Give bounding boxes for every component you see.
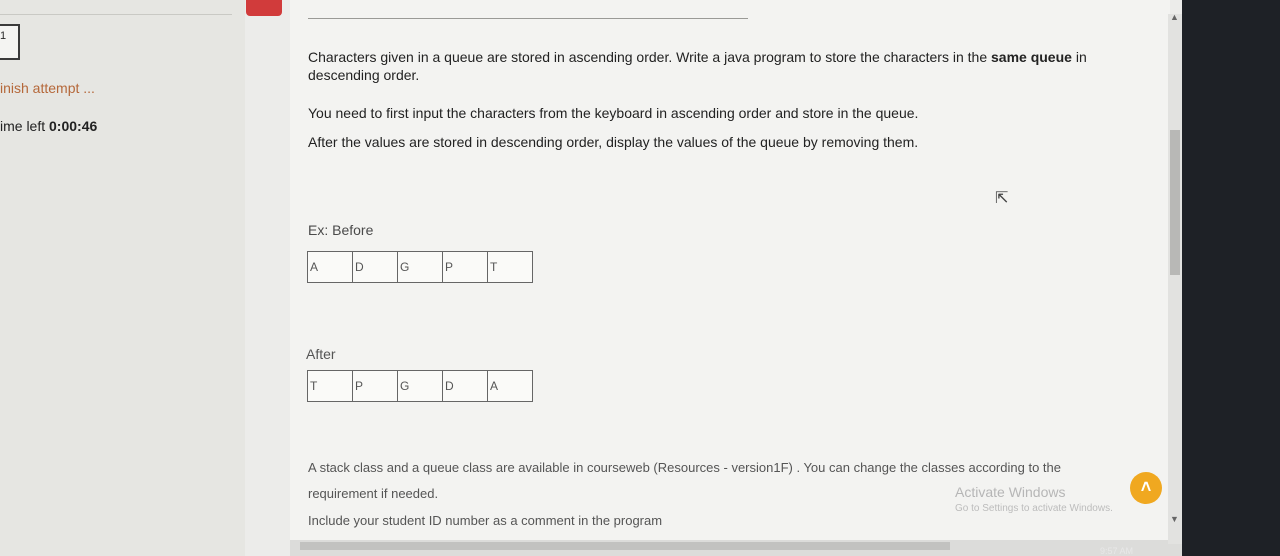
horizontal-scroll-thumb[interactable] — [300, 542, 950, 550]
vertical-scrollbar[interactable] — [1168, 14, 1182, 544]
question-paragraph-3: After the values are stored in descendin… — [308, 134, 919, 150]
example-before-label: Ex: Before — [308, 222, 374, 238]
example-after-label: After — [306, 346, 336, 362]
question-paragraph-1: Characters given in a queue are stored i… — [308, 48, 1098, 84]
before-cell: P — [442, 251, 488, 283]
question-nav-button[interactable]: 1 — [0, 24, 20, 60]
after-cell: T — [307, 370, 353, 402]
time-left-label: ime left — [0, 118, 50, 134]
finish-attempt-link[interactable]: inish attempt ... — [0, 80, 95, 96]
sidebar-divider — [0, 14, 232, 15]
time-left: ime left 0:00:46 — [0, 118, 97, 134]
before-queue-table: A D G P T — [307, 251, 533, 283]
before-cell: A — [307, 251, 353, 283]
after-cell: G — [397, 370, 443, 402]
after-cell: P — [352, 370, 398, 402]
after-queue-table: T P G D A — [307, 370, 533, 402]
para1-bold: same queue — [991, 49, 1072, 65]
time-left-value: 0:00:46 — [49, 118, 98, 134]
monitor-bezel — [1182, 0, 1280, 556]
question-content: Characters given in a queue are stored i… — [290, 0, 1170, 556]
scroll-down-arrow-icon[interactable]: ▼ — [1170, 514, 1179, 524]
flag-tab[interactable] — [246, 0, 282, 16]
taskbar-clock: 9:57 AM — [1100, 546, 1134, 556]
vertical-scroll-thumb[interactable] — [1170, 130, 1180, 275]
question-paragraph-5: Include your student ID number as a comm… — [308, 513, 663, 528]
scroll-up-arrow-icon[interactable]: ▲ — [1170, 12, 1179, 22]
back-to-top-button[interactable]: ˄ — [1130, 472, 1162, 504]
before-cell: G — [397, 251, 443, 283]
before-cell: T — [487, 251, 533, 283]
activate-windows-subtitle: Go to Settings to activate Windows. — [955, 503, 1113, 514]
before-cell: D — [352, 251, 398, 283]
after-cell: D — [442, 370, 488, 402]
after-cell: A — [487, 370, 533, 402]
mouse-cursor-icon: ⇱ — [995, 190, 1009, 207]
activate-windows-title: Activate Windows — [955, 484, 1066, 500]
question-paragraph-2: You need to first input the characters f… — [308, 105, 919, 121]
question-number: 1 — [0, 30, 7, 42]
para1-text-a: Characters given in a queue are stored i… — [308, 49, 991, 65]
quiz-sidebar: 1 inish attempt ... ime left 0:00:46 — [0, 0, 245, 556]
chevron-up-icon: ˄ — [1140, 477, 1152, 497]
content-divider — [308, 18, 748, 19]
